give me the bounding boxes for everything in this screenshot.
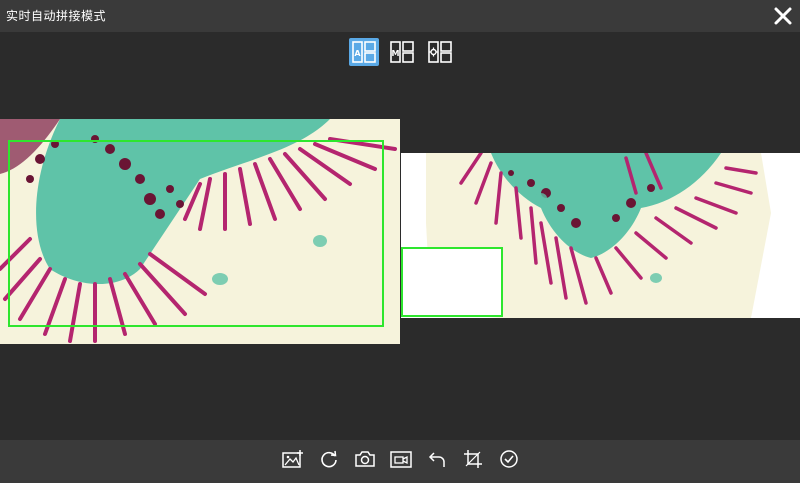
confirm-icon (499, 449, 518, 468)
add-image-icon (281, 449, 303, 468)
tool-buttons (280, 446, 521, 471)
capture-button[interactable] (352, 446, 377, 471)
manual-mode-button[interactable]: M (387, 38, 417, 66)
settings-mode-button[interactable] (425, 38, 455, 66)
auto-mode-letter: A (354, 49, 361, 58)
record-button[interactable] (388, 446, 413, 471)
stitch-mode-selector: A M (349, 38, 455, 66)
record-video-icon (389, 450, 412, 468)
confirm-button[interactable] (496, 446, 521, 471)
camera-icon (354, 450, 375, 467)
live-view-frame (8, 140, 384, 327)
auto-stitch-icon: A (352, 41, 376, 63)
auto-mode-button[interactable]: A (349, 38, 379, 66)
gear-stitch-icon (428, 41, 452, 63)
add-image-button[interactable] (280, 446, 305, 471)
stitch-position-frame (401, 247, 503, 317)
manual-stitch-icon: M (390, 41, 414, 63)
manual-mode-letter: M (392, 49, 400, 58)
window-title: 实时自动拼接模式 (6, 9, 107, 23)
stitched-panorama[interactable] (401, 153, 800, 318)
live-view-image[interactable] (0, 119, 400, 344)
close-icon[interactable] (772, 5, 794, 27)
crop-icon (463, 449, 482, 468)
title-bar: 实时自动拼接模式 (0, 0, 800, 32)
refresh-icon (320, 450, 337, 467)
crop-button[interactable] (460, 446, 485, 471)
refresh-button[interactable] (316, 446, 341, 471)
undo-button[interactable] (424, 446, 449, 471)
undo-icon (428, 451, 445, 467)
